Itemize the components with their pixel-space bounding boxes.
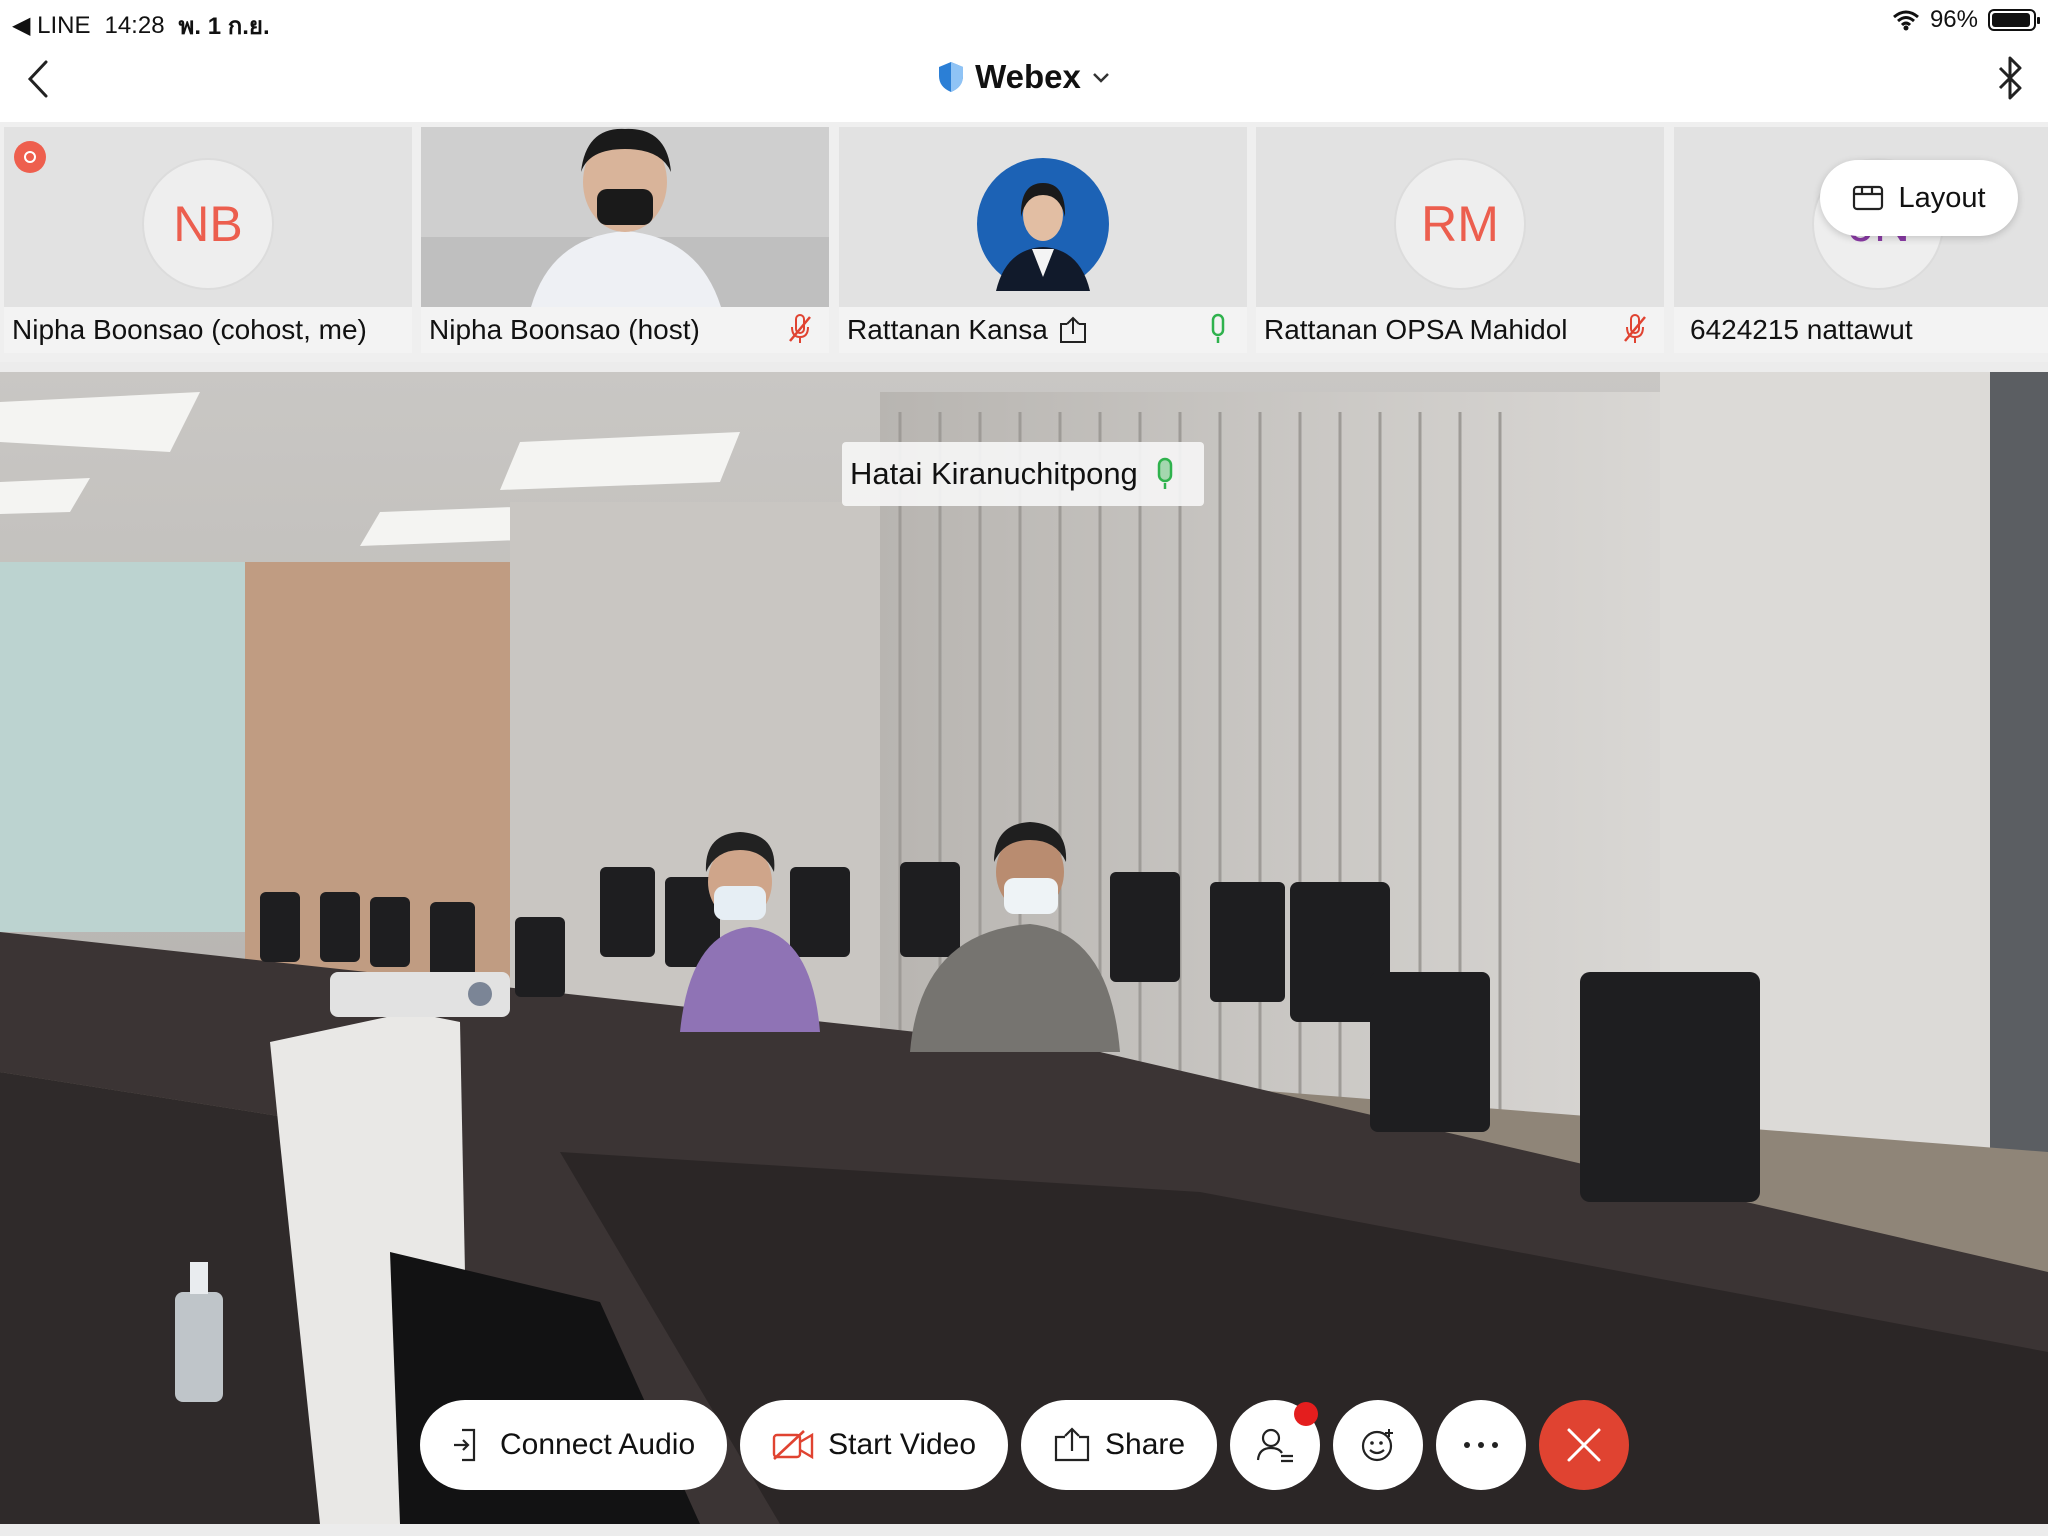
participant-name-bar: Nipha Boonsao (host): [421, 307, 829, 353]
wifi-icon: [1892, 10, 1919, 31]
participant-name-bar: Rattanan Kansa: [839, 307, 1247, 353]
connect-audio-icon: [454, 1428, 476, 1462]
connect-audio-button[interactable]: Connect Audio: [420, 1400, 728, 1490]
participant-video: [421, 127, 829, 307]
participant-tile[interactable]: Nipha Boonsao (host): [421, 127, 829, 353]
status-bar: ◀ LINE 14:28 พ. 1 ก.ย. 96%: [0, 0, 2048, 40]
connect-audio-label: Connect Audio: [500, 1428, 696, 1461]
chevron-down-icon: [1093, 73, 1109, 83]
meeting-controls: Connect Audio Start Video Share: [420, 1400, 1630, 1490]
reactions-button[interactable]: [1333, 1400, 1424, 1490]
mic-active-icon: [1157, 457, 1173, 489]
battery-percent: 96%: [1929, 6, 1978, 33]
meeting-title-dropdown[interactable]: Webex: [0, 58, 2048, 96]
start-video-button[interactable]: Start Video: [740, 1400, 1009, 1490]
participant-tile[interactable]: RM Rattanan OPSA Mahidol: [1256, 127, 1664, 353]
emoji-icon: [1362, 1429, 1394, 1462]
main-video-feed[interactable]: [0, 372, 2048, 1524]
active-speaker-name: Hatai Kiranuchitpong: [850, 456, 1138, 491]
share-button[interactable]: Share: [1021, 1400, 1218, 1490]
participant-name-bar: 6424215 nattawut: [1674, 307, 2048, 353]
conference-room-video: [0, 372, 2048, 1524]
more-icon: [1464, 1442, 1499, 1448]
participants-button[interactable]: [1230, 1400, 1321, 1490]
mic-muted-icon: [789, 314, 811, 343]
bluetooth-icon[interactable]: [1990, 54, 2030, 102]
video-off-icon: [772, 1430, 814, 1460]
recording-icon: [14, 141, 46, 173]
notification-badge: [1294, 1402, 1319, 1426]
participant-name: Nipha Boonsao (host): [429, 314, 700, 345]
participant-name: Rattanan Kansa: [847, 314, 1048, 345]
app-title: Webex: [975, 58, 1081, 95]
profile-photo: [977, 158, 1109, 291]
participant-tile[interactable]: NB Nipha Boonsao (cohost, me): [4, 127, 412, 353]
participant-name: Rattanan OPSA Mahidol: [1264, 314, 1568, 345]
mic-muted-icon: [1624, 314, 1646, 343]
participant-strip[interactable]: NB Nipha Boonsao (cohost, me) Nipha Boon…: [0, 122, 2048, 362]
participant-name-bar: Rattanan OPSA Mahidol: [1256, 307, 1664, 353]
shield-icon: [939, 62, 964, 92]
share-label: Share: [1105, 1428, 1186, 1461]
share-icon: [1054, 1427, 1090, 1462]
participants-icon: [1257, 1428, 1294, 1463]
navigation-bar: Webex: [0, 36, 2048, 122]
layout-button[interactable]: Layout: [1820, 160, 2018, 236]
share-status-icon: [1059, 316, 1086, 343]
start-video-label: Start Video: [828, 1428, 977, 1461]
active-speaker-label: Hatai Kiranuchitpong: [842, 442, 1204, 506]
layout-icon: [1853, 185, 1884, 211]
participant-tile[interactable]: Rattanan Kansa: [839, 127, 1247, 353]
participant-name-bar: Nipha Boonsao (cohost, me): [4, 307, 412, 353]
participant-name: Nipha Boonsao (cohost, me): [12, 314, 367, 345]
close-icon: [1567, 1428, 1601, 1462]
avatar: RM: [1394, 158, 1526, 290]
avatar: NB: [142, 158, 274, 290]
participant-name: 6424215 nattawut: [1690, 314, 1913, 345]
leave-meeting-button[interactable]: [1539, 1400, 1630, 1490]
layout-label: Layout: [1898, 181, 1986, 214]
mic-active-icon: [1211, 313, 1225, 343]
more-options-button[interactable]: [1436, 1400, 1527, 1490]
battery-icon: [1988, 9, 2040, 31]
